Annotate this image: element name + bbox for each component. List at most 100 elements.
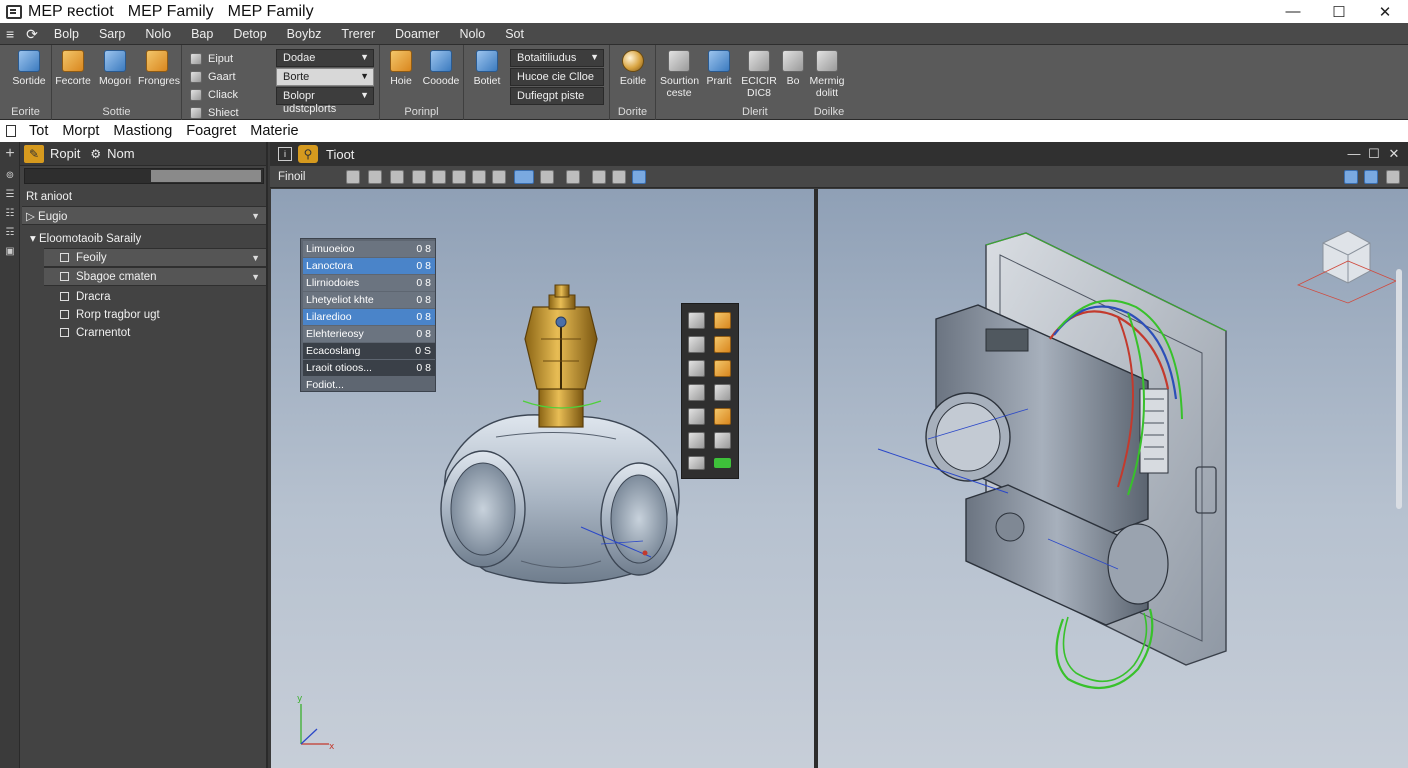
orbit-icon[interactable] [714,312,731,329]
ribbon-button[interactable]: Fecorte [54,50,92,87]
tree-item[interactable]: Dracra [60,287,111,306]
undo-icon[interactable] [688,456,705,470]
settings-icon[interactable]: ⚙ [90,147,101,161]
view-cube-icon[interactable] [688,312,705,329]
toolbar-icon[interactable] [412,170,426,184]
info-icon[interactable]: i [278,147,292,161]
arrow-icon[interactable] [714,360,731,377]
ribbon-combo[interactable]: Hucoe cie Clloe [510,68,604,86]
add-icon[interactable]: + [0,142,20,166]
toolbar-icon[interactable] [566,170,580,184]
toolbar-icon[interactable] [390,170,404,184]
toolbar-icon-active[interactable] [514,170,534,184]
tree-item[interactable]: ▾ Eloomotaoib Saraily [20,228,266,247]
menu-item[interactable]: Materie [243,123,305,139]
menu-item[interactable]: Mastiong [106,123,179,139]
ribbon-small-button[interactable]: Gaart [190,68,236,85]
toolbar-icon[interactable] [612,170,626,184]
toolbar-icon[interactable] [492,170,506,184]
toolbar-icon[interactable] [540,170,554,184]
ribbon-tab[interactable]: Boybz [277,23,332,45]
ribbon-combo[interactable]: Borte ▼ [276,68,374,86]
sketch-icon[interactable] [688,384,705,401]
viewport-right[interactable] [818,189,1408,768]
ribbon-button[interactable]: Botiet [468,50,506,87]
finish-button[interactable]: Finoil [274,169,309,185]
ribbon-tab[interactable]: Trerer [331,23,385,45]
property-row[interactable]: Fodiot... [303,377,435,393]
pan-icon[interactable] [688,336,705,353]
app-menu-icon[interactable] [6,4,22,19]
toolbar-icon-active[interactable] [1364,170,1378,184]
menu-item[interactable]: Foagret [179,123,243,139]
ribbon-button[interactable]: Prarit [700,50,738,87]
view-tab-icon[interactable]: ⚲ [298,145,318,163]
tree-item[interactable]: Rt anioot [20,187,266,206]
strip-icon[interactable]: ☷ [0,204,20,223]
box-icon[interactable] [688,432,705,449]
ribbon-tab[interactable]: Detop [223,23,276,45]
ribbon-combo[interactable]: Botaitiliudus ▼ [510,49,604,67]
toolbar-icon[interactable] [592,170,606,184]
tree-item[interactable]: Crarnentot [60,323,130,342]
viewport-left[interactable]: y x Limuoeioo 0 8 Lanoctora 0 8 Llirniodoi… [271,189,814,768]
ribbon-button[interactable]: Sortide [10,50,48,87]
zoom-icon[interactable] [714,336,731,353]
ribbon-small-button[interactable]: Eiput [190,50,233,67]
toolbar-icon[interactable] [432,170,446,184]
rotate-icon[interactable] [714,408,731,425]
property-row[interactable]: Lraoit otioos... 0 8 [303,360,435,376]
view-maximize-button[interactable]: ☐ [1364,145,1384,163]
toolbar-icon-active[interactable] [632,170,646,184]
menu-item[interactable]: Tot [22,123,55,139]
ribbon-tab[interactable]: Sot [495,23,534,45]
pencil-icon[interactable] [714,384,731,401]
panel-tab[interactable]: Nom [107,146,134,161]
ribbon-button[interactable]: Bo [774,50,812,87]
ribbon-button[interactable]: ECICIR DIC8 [740,50,778,99]
strip-icon[interactable]: ▣ [0,242,20,261]
maximize-button[interactable]: ☐ [1316,0,1362,23]
panel-tab[interactable]: Ropit [50,146,80,161]
view-tab-title[interactable]: Tioot [326,147,354,162]
ribbon-button[interactable]: Mogori [96,50,134,87]
property-row[interactable]: Ecacoslang 0 S [303,343,435,359]
ribbon-tab[interactable]: Nolo [449,23,495,45]
ribbon-small-button[interactable]: Cliack [190,86,238,103]
view-close-button[interactable]: ✕ [1384,145,1404,163]
tree-item[interactable]: Feoily ▼ [44,248,266,267]
close-button[interactable]: ✕ [1362,0,1408,23]
panel-search-input[interactable] [24,168,264,184]
ribbon-button[interactable]: Frongres [138,50,180,87]
wand-icon[interactable] [714,432,731,449]
ribbon-combo[interactable]: Dodae ▼ [276,49,374,67]
ribbon-combo[interactable]: Bolopr udstcplorts ▼ [276,87,374,115]
ribbon-button[interactable]: Cooode [422,50,460,87]
ribbon-tab[interactable]: Doamer [385,23,449,45]
ribbon-small-button[interactable]: Shiect [190,104,239,121]
hamburger-icon[interactable]: ≡ [0,23,20,45]
ribbon-tab[interactable]: Bolp [44,23,89,45]
vertical-scrollbar[interactable] [1396,269,1402,509]
strip-icon[interactable]: ☰ [0,185,20,204]
tree-item[interactable]: ▷ Eugio ▼ [22,206,266,225]
toolbar-icon[interactable] [472,170,486,184]
ribbon-tab[interactable]: Nolo [135,23,181,45]
property-row-selected[interactable]: Lilaredioo 0 8 [303,309,435,325]
strip-icon[interactable]: ☶ [0,223,20,242]
toolbar-icon-active[interactable] [1344,170,1358,184]
view-minimize-button[interactable]: — [1344,145,1364,163]
ribbon-button[interactable]: Sourtion ceste [660,50,699,99]
property-row[interactable]: Limuoeioo 0 8 [303,241,435,257]
toolbar-icon[interactable] [452,170,466,184]
toolbar-icon[interactable] [346,170,360,184]
ribbon-button[interactable]: Eoitle [614,50,652,87]
property-row[interactable]: Llirniodoies 0 8 [303,275,435,291]
pencil-icon[interactable]: ✎ [24,144,44,163]
toolbar-icon[interactable] [368,170,382,184]
align-icon[interactable] [688,408,705,425]
property-row[interactable]: Elehterieosy 0 8 [303,326,435,342]
section-icon[interactable] [688,360,705,377]
strip-icon[interactable]: ⊚ [0,166,20,185]
ribbon-button[interactable]: Hoie [382,50,420,87]
